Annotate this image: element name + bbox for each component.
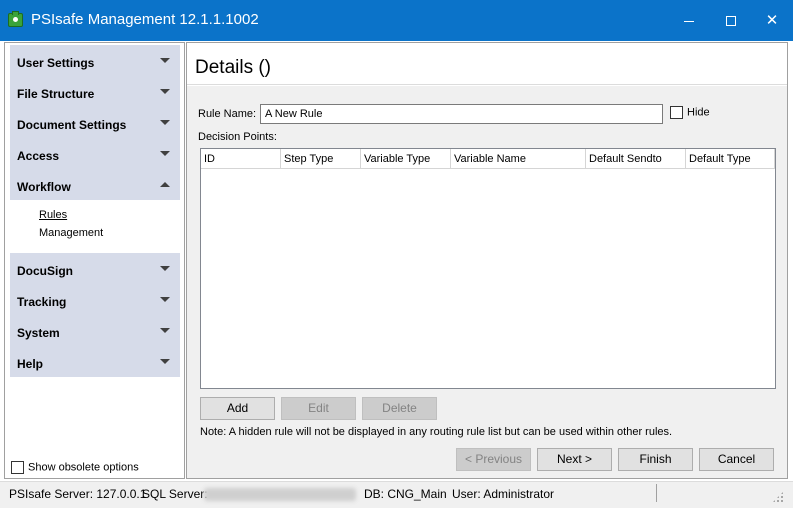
sidebar-item-access[interactable]: Access (10, 138, 180, 169)
title-bar: PSIsafe Management 12.1.1.1002 ✕ (0, 0, 793, 41)
chevron-down-icon (160, 297, 170, 302)
maximize-icon (726, 16, 736, 27)
add-button[interactable]: Add (200, 397, 275, 420)
chevron-down-icon (160, 266, 170, 271)
minimize-button[interactable] (668, 0, 710, 41)
sidebar-item-help[interactable]: Help (10, 346, 180, 377)
sidebar-item-label: User Settings (17, 56, 95, 70)
show-obsolete-option[interactable]: Show obsolete options (11, 461, 139, 474)
rule-name-label: Rule Name: (198, 108, 257, 120)
show-obsolete-label: Show obsolete options (28, 461, 139, 474)
chevron-down-icon (160, 120, 170, 125)
details-panel: Details () Rule Name: Hide Decision Poin… (186, 42, 788, 479)
sidebar-item-docusign[interactable]: DocuSign (10, 253, 180, 284)
sidebar-item-system[interactable]: System (10, 315, 180, 346)
column-header-variable-name[interactable]: Variable Name (451, 149, 586, 169)
close-button[interactable]: ✕ (751, 0, 793, 41)
window-title: PSIsafe Management 12.1.1.1002 (31, 11, 259, 28)
status-separator (656, 484, 657, 502)
sidebar-item-label: Help (17, 357, 44, 371)
column-header-variable-type[interactable]: Variable Type (361, 149, 451, 169)
next-button[interactable]: Next > (537, 448, 612, 471)
sidebar-item-workflow[interactable]: Workflow (10, 169, 180, 200)
camera-app-icon (8, 11, 23, 27)
sidebar-subitem-rules[interactable]: Rules (39, 209, 67, 221)
hide-option[interactable]: Hide (670, 106, 710, 119)
status-db: DB: CNG_Main (364, 487, 447, 501)
status-sql-label: SQL Server: (142, 487, 208, 501)
status-bar: PSIsafe Server: 127.0.0.1 SQL Server: DB… (0, 481, 793, 508)
hide-checkbox[interactable] (670, 106, 683, 119)
finish-button[interactable]: Finish (618, 448, 693, 471)
sidebar-item-label: File Structure (17, 87, 95, 101)
sidebar-item-label: Document Settings (17, 118, 127, 132)
details-body: Rule Name: Hide Decision Points: ID Step… (187, 86, 787, 478)
chevron-down-icon (160, 89, 170, 94)
rule-name-input[interactable] (260, 104, 663, 124)
sidebar-item-label: Tracking (17, 295, 67, 309)
close-icon: ✕ (765, 12, 779, 29)
chevron-down-icon (160, 58, 170, 63)
hide-label: Hide (687, 106, 710, 119)
delete-button[interactable]: Delete (362, 397, 437, 420)
sidebar-item-label: System (17, 326, 60, 340)
sidebar-subitem-management[interactable]: Management (39, 227, 103, 239)
sidebar-item-tracking[interactable]: Tracking (10, 284, 180, 315)
chevron-up-icon (160, 182, 170, 187)
chevron-down-icon (160, 151, 170, 156)
table-header: ID Step Type Variable Type Variable Name… (201, 149, 775, 169)
sidebar-item-user-settings[interactable]: User Settings (10, 45, 180, 76)
status-server: PSIsafe Server: 127.0.0.1 (9, 487, 147, 501)
column-header-default-sendto[interactable]: Default Sendto (586, 149, 686, 169)
sidebar-item-label: Workflow (17, 180, 71, 194)
previous-button[interactable]: < Previous (456, 448, 531, 471)
page-title: Details () (195, 57, 272, 78)
edit-button[interactable]: Edit (281, 397, 356, 420)
column-header-step-type[interactable]: Step Type (281, 149, 361, 169)
decision-points-label: Decision Points: (198, 131, 277, 143)
status-user: User: Administrator (452, 487, 555, 501)
sidebar: User Settings File Structure Document Se… (4, 42, 185, 479)
minimize-icon (684, 20, 694, 22)
sidebar-item-label: Access (17, 149, 60, 163)
chevron-down-icon (160, 359, 170, 364)
column-header-default-type[interactable]: Default Type (686, 149, 775, 169)
show-obsolete-checkbox[interactable] (11, 461, 24, 474)
decision-points-table[interactable]: ID Step Type Variable Type Variable Name… (200, 148, 776, 389)
details-header: Details () (187, 43, 787, 85)
hidden-rule-note: Note: A hidden rule will not be displaye… (200, 426, 673, 438)
sidebar-item-label: DocuSign (17, 264, 73, 278)
maximize-button[interactable] (710, 0, 752, 41)
resize-grip-icon[interactable] (772, 491, 784, 503)
redacted-sql-server-name (204, 488, 356, 501)
chevron-down-icon (160, 328, 170, 333)
cancel-button[interactable]: Cancel (699, 448, 774, 471)
column-header-id[interactable]: ID (201, 149, 281, 169)
sidebar-item-document-settings[interactable]: Document Settings (10, 107, 180, 138)
sidebar-item-file-structure[interactable]: File Structure (10, 76, 180, 107)
